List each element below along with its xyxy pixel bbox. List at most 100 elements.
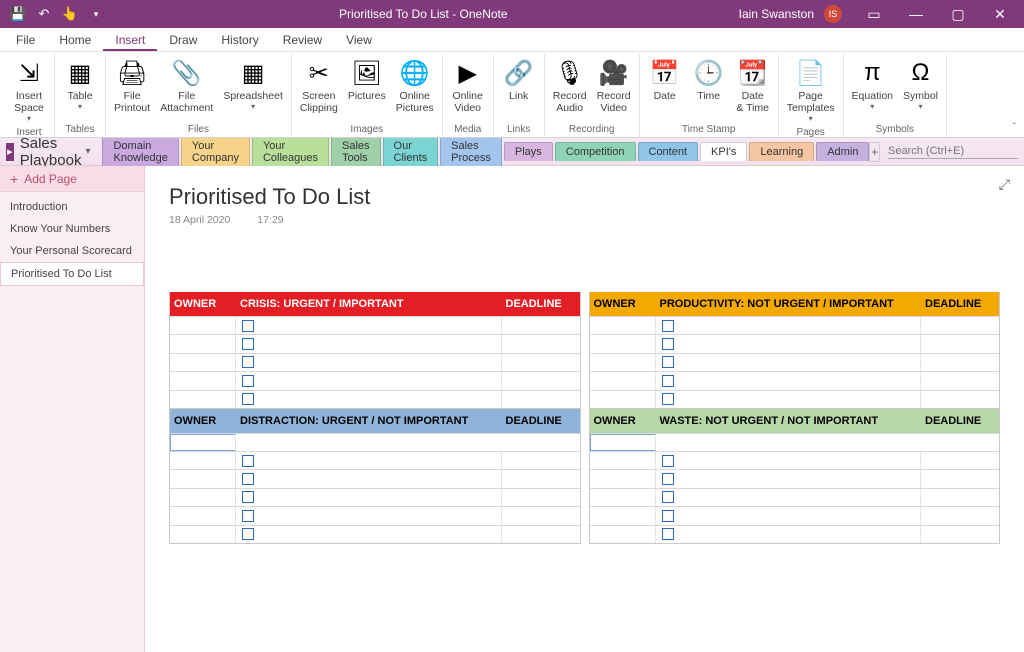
checkbox[interactable]: [662, 510, 674, 522]
add-section-button[interactable]: +: [869, 142, 880, 162]
checkbox[interactable]: [242, 356, 254, 368]
section-tab-kpi-s[interactable]: KPI's: [700, 142, 747, 161]
ribbon-screen-clipping[interactable]: ✂ScreenClipping: [296, 54, 342, 116]
checkbox[interactable]: [662, 528, 674, 540]
notebook-dropdown-icon[interactable]: ▾: [85, 146, 90, 157]
checkbox[interactable]: [662, 473, 674, 485]
section-tab-sales-process[interactable]: Sales Process: [440, 136, 502, 167]
collapse-ribbon-icon[interactable]: ˆ: [1013, 122, 1016, 133]
menu-view[interactable]: View: [334, 29, 384, 51]
section-tab-learning[interactable]: Learning: [749, 142, 814, 161]
table-row[interactable]: [590, 390, 1000, 408]
table-row[interactable]: [170, 353, 580, 371]
checkbox[interactable]: [662, 455, 674, 467]
add-page-button[interactable]: + Add Page: [0, 166, 144, 192]
ribbon-options-icon[interactable]: ▭: [854, 0, 894, 28]
close-button[interactable]: ✕: [980, 0, 1020, 28]
ribbon-link[interactable]: 🔗Link: [498, 54, 540, 104]
ribbon-table[interactable]: ▦Table▾: [59, 54, 101, 113]
ribbon-symbol[interactable]: ΩSymbol▾: [899, 54, 942, 113]
ribbon-file-attachment[interactable]: 📎FileAttachment: [156, 54, 217, 116]
input-row[interactable]: [170, 433, 580, 451]
undo-icon[interactable]: ↶: [32, 2, 56, 26]
menu-review[interactable]: Review: [271, 29, 334, 51]
checkbox[interactable]: [662, 393, 674, 405]
checkbox[interactable]: [242, 338, 254, 350]
ribbon-equation[interactable]: πEquation▾: [848, 54, 897, 113]
ribbon-online-pictures[interactable]: 🌐OnlinePictures: [392, 54, 438, 116]
page-item[interactable]: Your Personal Scorecard: [0, 240, 144, 262]
ribbon-page-templates[interactable]: 📄PageTemplates▾: [783, 54, 839, 125]
menu-history[interactable]: History: [209, 29, 270, 51]
maximize-button[interactable]: ▢: [938, 0, 978, 28]
search-input[interactable]: [888, 145, 1024, 157]
expand-icon[interactable]: ⤢: [999, 176, 1010, 193]
checkbox[interactable]: [662, 356, 674, 368]
qat-customize-icon[interactable]: ▾: [84, 2, 108, 26]
checkbox[interactable]: [242, 320, 254, 332]
page-item[interactable]: Introduction: [0, 196, 144, 218]
search-box[interactable]: 🔍: [888, 144, 1018, 159]
table-row[interactable]: [170, 506, 580, 524]
touch-mode-icon[interactable]: 👆: [58, 2, 82, 26]
table-row[interactable]: [170, 334, 580, 352]
ribbon-online-video[interactable]: ▶OnlineVideo: [447, 54, 489, 116]
ribbon-spreadsheet[interactable]: ▦Spreadsheet▾: [219, 54, 287, 113]
table-row[interactable]: [170, 371, 580, 389]
checkbox[interactable]: [662, 491, 674, 503]
section-tab-sales-tools[interactable]: Sales Tools: [331, 136, 381, 167]
section-tab-your-colleagues[interactable]: Your Colleagues: [252, 136, 329, 167]
checkbox[interactable]: [242, 375, 254, 387]
section-tab-content[interactable]: Content: [638, 142, 699, 161]
menu-draw[interactable]: Draw: [157, 29, 209, 51]
checkbox[interactable]: [662, 375, 674, 387]
table-row[interactable]: [170, 488, 580, 506]
table-row[interactable]: [590, 334, 1000, 352]
checkbox[interactable]: [242, 455, 254, 467]
section-tab-competition[interactable]: Competition: [555, 142, 636, 161]
section-tab-your-company[interactable]: Your Company: [181, 136, 250, 167]
ribbon-time[interactable]: 🕒Time: [688, 54, 730, 104]
ribbon-date-time[interactable]: 📆Date& Time: [732, 54, 774, 116]
table-row[interactable]: [170, 390, 580, 408]
table-row[interactable]: [590, 451, 1000, 469]
table-row[interactable]: [590, 525, 1000, 543]
page-item[interactable]: Know Your Numbers: [0, 218, 144, 240]
page-item[interactable]: Prioritised To Do List: [0, 262, 144, 286]
ribbon-insert-space[interactable]: ⇲InsertSpace▾: [8, 54, 50, 125]
section-tab-domain-knowledge[interactable]: Domain Knowledge: [102, 136, 178, 167]
input-row[interactable]: [590, 433, 1000, 451]
ribbon-record-video[interactable]: 🎥RecordVideo: [593, 54, 635, 116]
table-row[interactable]: [170, 316, 580, 334]
table-row[interactable]: [590, 488, 1000, 506]
checkbox[interactable]: [242, 510, 254, 522]
checkbox[interactable]: [662, 338, 674, 350]
checkbox[interactable]: [242, 491, 254, 503]
page-title[interactable]: Prioritised To Do List: [169, 184, 1000, 210]
checkbox[interactable]: [662, 320, 674, 332]
page-canvas[interactable]: ⤢ Prioritised To Do List 18 April 2020 1…: [145, 166, 1024, 652]
table-row[interactable]: [170, 469, 580, 487]
section-tab-our-clients[interactable]: Our Clients: [383, 136, 439, 167]
table-row[interactable]: [170, 451, 580, 469]
table-row[interactable]: [590, 371, 1000, 389]
menu-insert[interactable]: Insert: [103, 29, 157, 51]
menu-home[interactable]: Home: [47, 29, 103, 51]
ribbon-date[interactable]: 📅Date: [644, 54, 686, 104]
ribbon-record-audio[interactable]: 🎙RecordAudio: [549, 54, 591, 116]
table-row[interactable]: [170, 525, 580, 543]
table-row[interactable]: [590, 469, 1000, 487]
minimize-button[interactable]: —: [896, 0, 936, 28]
ribbon-pictures[interactable]: 🖼Pictures: [344, 54, 390, 104]
checkbox[interactable]: [242, 528, 254, 540]
checkbox[interactable]: [242, 473, 254, 485]
table-row[interactable]: [590, 353, 1000, 371]
ribbon-file-printout[interactable]: 🖨FilePrintout: [110, 54, 154, 116]
table-row[interactable]: [590, 506, 1000, 524]
table-row[interactable]: [590, 316, 1000, 334]
notebook-icon[interactable]: ▸: [6, 143, 14, 161]
save-icon[interactable]: 💾: [6, 2, 30, 26]
section-tab-plays[interactable]: Plays: [504, 142, 553, 161]
menu-file[interactable]: File: [4, 29, 47, 51]
section-tab-admin[interactable]: Admin: [816, 142, 869, 161]
